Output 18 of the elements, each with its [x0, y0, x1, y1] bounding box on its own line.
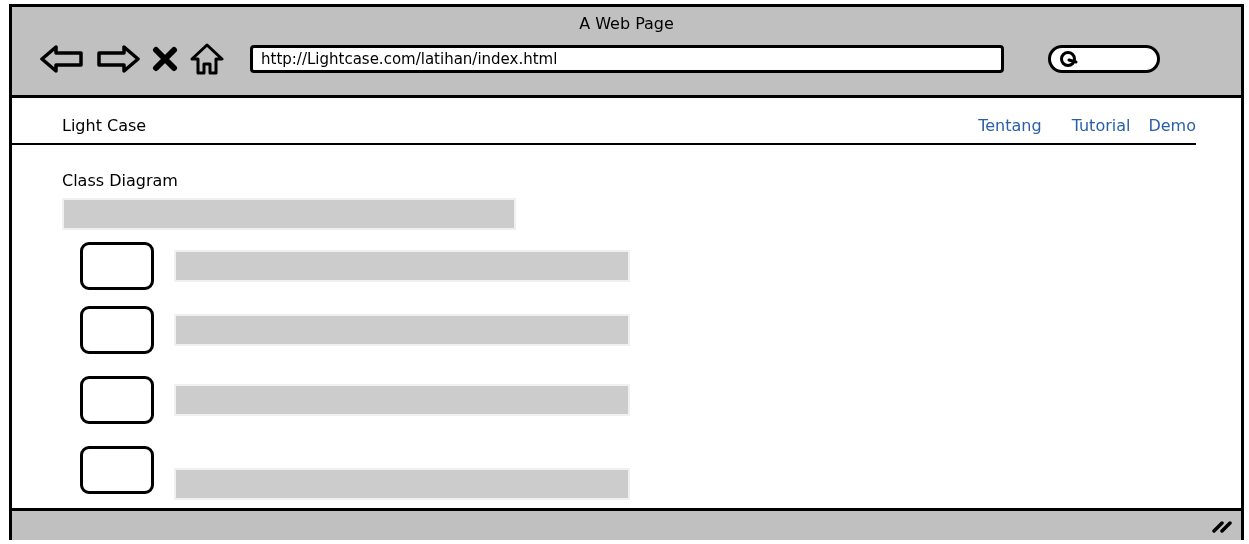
site-brand: Light Case — [62, 116, 147, 135]
back-icon[interactable] — [40, 44, 84, 74]
checkbox[interactable] — [80, 242, 154, 290]
address-field[interactable]: http://Lightcase.com/latihan/index.html — [250, 45, 1004, 73]
home-icon[interactable] — [190, 43, 224, 75]
checkbox[interactable] — [80, 306, 154, 354]
nav-link[interactable]: Demo — [1148, 116, 1196, 135]
search-field[interactable] — [1048, 45, 1160, 73]
close-icon[interactable] — [152, 46, 178, 72]
forward-icon[interactable] — [96, 44, 140, 74]
checkbox[interactable] — [80, 446, 154, 494]
section-heading: Class Diagram — [62, 171, 179, 190]
nav-link[interactable]: Tentang — [978, 116, 1042, 135]
checkbox[interactable] — [80, 376, 154, 424]
nav-link[interactable]: Tutorial — [1071, 116, 1131, 135]
resize-grip-icon[interactable] — [1211, 518, 1233, 533]
window-title: A Web Page — [578, 13, 675, 35]
search-icon — [1059, 50, 1079, 68]
